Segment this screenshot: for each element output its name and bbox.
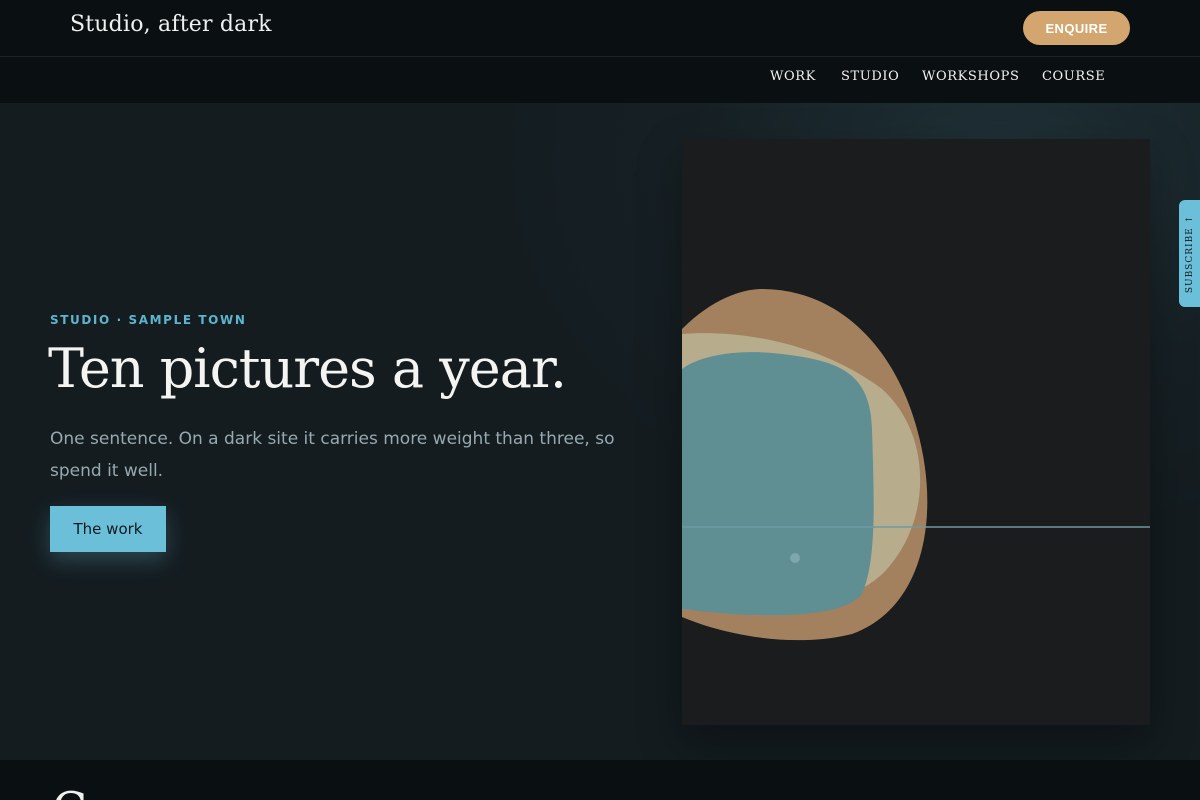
nav-item-workshops[interactable]: WORKSHOPS — [922, 69, 1019, 84]
hero-headline: Ten pictures a year. — [48, 337, 567, 400]
top-bar: Studio, after dark ENQUIRE — [0, 0, 1200, 57]
subscribe-tab[interactable]: SUBSCRIBE ↑ — [1179, 200, 1200, 307]
hero-artwork — [682, 139, 1150, 725]
hero-eyebrow: STUDIO · SAMPLE TOWN — [50, 313, 247, 327]
shape-teal-blob — [682, 352, 874, 616]
subscribe-label: SUBSCRIBE — [1185, 226, 1196, 293]
brand-logo[interactable]: Studio, after dark — [70, 12, 272, 37]
abstract-shapes-illustration — [682, 139, 1150, 725]
shape-dot — [790, 553, 800, 563]
next-section-heading: C — [52, 782, 87, 800]
hero-lede: One sentence. On a dark site it carries … — [50, 429, 615, 481]
main-nav: WORK STUDIO WORKSHOPS COURSE — [0, 57, 1200, 103]
arrow-up-icon: ↑ — [1185, 214, 1196, 223]
next-section: C — [0, 760, 1200, 800]
nav-item-course[interactable]: COURSE — [1042, 69, 1105, 84]
enquire-button[interactable]: ENQUIRE — [1023, 11, 1130, 45]
the-work-button[interactable]: The work — [50, 506, 166, 552]
nav-item-work[interactable]: WORK — [770, 69, 816, 84]
hero-section: STUDIO · SAMPLE TOWN Ten pictures a year… — [0, 103, 1200, 760]
nav-item-studio[interactable]: STUDIO — [841, 69, 899, 84]
